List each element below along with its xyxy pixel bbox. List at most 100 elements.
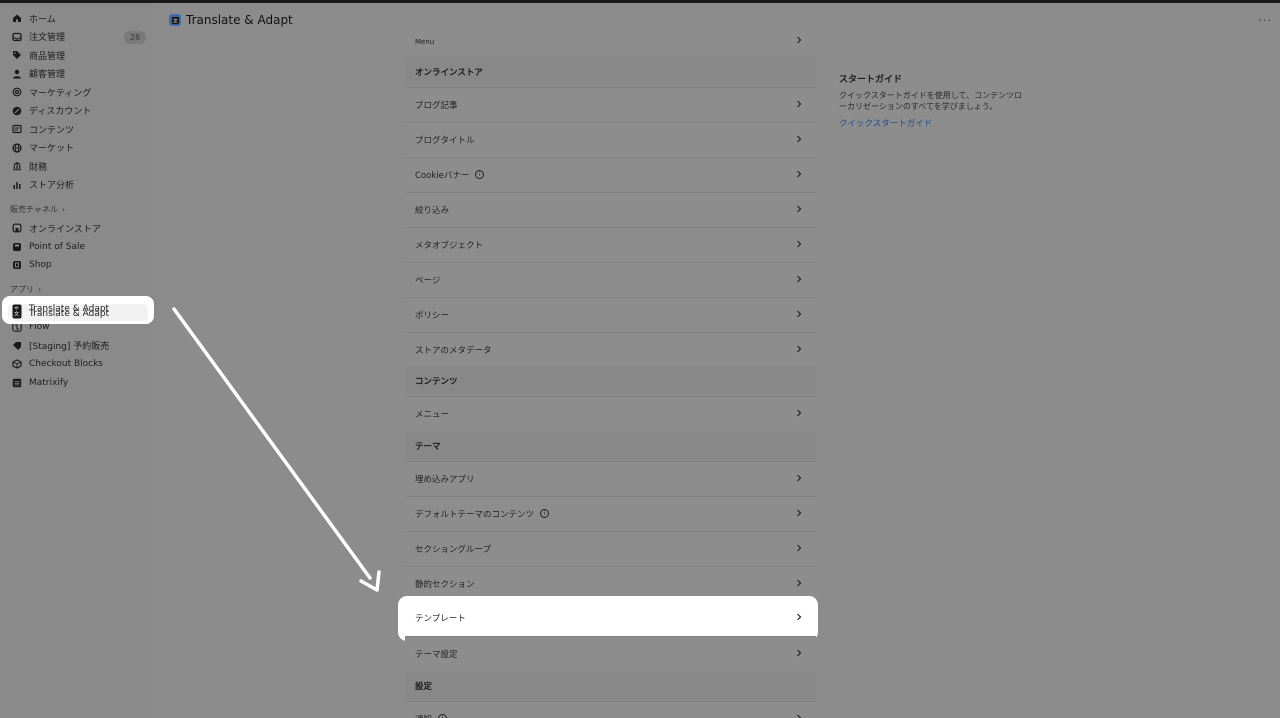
- chevron-right-icon: [797, 613, 802, 621]
- translate-icon: 文: [11, 309, 22, 320]
- page-title: Translate & Adapt: [186, 13, 293, 27]
- list-item-template[interactable]: テンプレート: [405, 601, 816, 635]
- sidebar-item-shop[interactable]: Shop: [0, 256, 156, 275]
- apps-heading[interactable]: アプリ ›: [0, 283, 156, 297]
- sidebar-item-label: マーケティング: [29, 88, 92, 99]
- sidebar-item-home[interactable]: ホーム: [0, 9, 156, 28]
- sidebar-item-online-store[interactable]: オンラインストア: [0, 219, 156, 238]
- sidebar-item-orders[interactable]: 注文管理 28: [0, 28, 156, 47]
- discount-icon: [11, 105, 22, 116]
- list-item-label: ポリシー: [415, 310, 450, 321]
- sidebar-item-label: 商品管理: [29, 51, 66, 62]
- sidebar: ホーム 注文管理 28 商品管理 顧客管理 マーケティング ディスカウント コン…: [0, 3, 156, 718]
- sidebar-item-preorder[interactable]: [Staging] 予約販売: [0, 337, 156, 356]
- sidebar-item-finance[interactable]: 財務: [0, 157, 156, 176]
- chevron-right-icon: ›: [38, 285, 42, 294]
- target-icon: [11, 87, 22, 98]
- chevron-right-icon: [797, 36, 802, 44]
- chevron-right-icon: [797, 345, 802, 353]
- info-icon[interactable]: i: [475, 170, 485, 179]
- list-item[interactable]: デフォルトテーマのコンテンツ i: [405, 496, 816, 530]
- list-item-label: Menu: [415, 38, 435, 46]
- list-item-label: 通知: [415, 713, 432, 718]
- more-actions-icon[interactable]: ···: [1259, 14, 1273, 27]
- list-item-label: セクショングループ: [415, 544, 491, 555]
- list-item[interactable]: テーマ設定: [405, 636, 816, 670]
- list-item[interactable]: セクショングループ: [405, 531, 816, 565]
- box-icon: [11, 359, 22, 370]
- grid-icon: [11, 377, 22, 388]
- list-item[interactable]: メニュー: [405, 396, 816, 430]
- list-item-label: メタオブジェクト: [415, 240, 484, 251]
- sidebar-item-discounts[interactable]: ディスカウント: [0, 102, 156, 121]
- window-top-edge: [0, 0, 1280, 3]
- sidebar-item-content[interactable]: コンテンツ: [0, 120, 156, 139]
- list-item-label: 静的セクション: [415, 579, 475, 590]
- pos-icon: [11, 241, 22, 252]
- info-icon[interactable]: i: [438, 714, 448, 718]
- store-icon: [11, 223, 22, 234]
- list-item[interactable]: Cookieバナー i: [405, 157, 816, 191]
- chevron-right-icon: [797, 409, 802, 417]
- preorder-icon: [11, 340, 22, 351]
- chevron-right-icon: [797, 170, 802, 178]
- chevron-right-icon: [797, 509, 802, 517]
- sidebar-item-matrixify[interactable]: Matrixify: [0, 374, 156, 393]
- group-heading-content: コンテンツ: [405, 366, 816, 395]
- sidebar-item-translate-adapt-highlighted[interactable]: 文 Translate & Adapt: [0, 305, 156, 324]
- list-item[interactable]: メタオブジェクト: [405, 227, 816, 261]
- sidebar-item-label: ホーム: [29, 14, 56, 25]
- chevron-right-icon: [797, 649, 802, 657]
- sidebar-item-label: 財務: [29, 162, 48, 173]
- sidebar-item-label: ストア分析: [29, 181, 75, 192]
- list-item[interactable]: 絞り込み: [405, 192, 816, 226]
- list-item-label: Cookieバナー: [415, 170, 470, 181]
- inbox-icon: [11, 31, 22, 42]
- bank-icon: [11, 161, 22, 172]
- sidebar-item-label: ディスカウント: [29, 107, 92, 118]
- svg-text:文: 文: [14, 311, 19, 318]
- globe-icon: [11, 142, 22, 153]
- sales-channels-label: 販売チャネル: [10, 204, 58, 214]
- sidebar-item-pos[interactable]: Point of Sale: [0, 238, 156, 257]
- list-item[interactable]: ページ: [405, 262, 816, 296]
- list-item-label: メニュー: [415, 409, 450, 420]
- sidebar-item-customers[interactable]: 顧客管理: [0, 65, 156, 84]
- list-item[interactable]: ポリシー: [405, 297, 816, 331]
- sidebar-item-label: オンラインストア: [29, 224, 101, 235]
- sidebar-item-analytics[interactable]: ストア分析: [0, 176, 156, 195]
- sidebar-item-products[interactable]: 商品管理: [0, 46, 156, 65]
- list-item[interactable]: 埋め込みアプリ: [405, 461, 816, 495]
- sidebar-item-label: コンテンツ: [29, 125, 75, 136]
- list-item-label: テンプレート: [415, 614, 466, 624]
- quick-start-guide-link[interactable]: クイックスタートガイド: [839, 117, 1023, 129]
- sidebar-item-label: Checkout Blocks: [29, 359, 103, 370]
- list-item[interactable]: ブログタイトル: [405, 122, 816, 156]
- list-item[interactable]: ストアのメタデータ: [405, 332, 816, 366]
- sidebar-item-marketing[interactable]: マーケティング: [0, 83, 156, 102]
- sidebar-item-label: Translate & Adapt: [29, 309, 110, 320]
- list-item-label: デフォルトテーマのコンテンツ: [415, 509, 535, 520]
- sales-channels-heading[interactable]: 販売チャネル ›: [0, 202, 156, 216]
- list-item-label: ストアのメタデータ: [415, 345, 492, 356]
- list-item-label: ブログ記事: [415, 100, 458, 111]
- list-item-label: ページ: [415, 275, 441, 286]
- list-item-label: テーマ設定: [415, 649, 458, 660]
- sidebar-item-label: [Staging] 予約販売: [29, 342, 110, 353]
- group-heading-theme: テーマ: [405, 431, 816, 460]
- list-item[interactable]: ブログ記事: [405, 87, 816, 121]
- sidebar-item-label: 顧客管理: [29, 70, 66, 81]
- apps-label: アプリ: [10, 285, 34, 294]
- info-icon[interactable]: i: [540, 509, 550, 518]
- tag-icon: [11, 50, 22, 61]
- list-item-menu[interactable]: Menu: [405, 30, 816, 52]
- sidebar-item-label: マーケット: [29, 144, 75, 155]
- list-item[interactable]: 通知 i: [405, 701, 816, 718]
- sidebar-item-markets[interactable]: マーケット: [0, 139, 156, 158]
- chevron-right-icon: [797, 544, 802, 552]
- chevron-right-icon: [797, 714, 802, 718]
- sidebar-item-checkout-blocks[interactable]: Checkout Blocks: [0, 355, 156, 374]
- list-item-label: 絞り込み: [415, 205, 450, 216]
- list-item[interactable]: 静的セクション: [405, 566, 816, 600]
- orders-count-badge: 28: [124, 30, 146, 44]
